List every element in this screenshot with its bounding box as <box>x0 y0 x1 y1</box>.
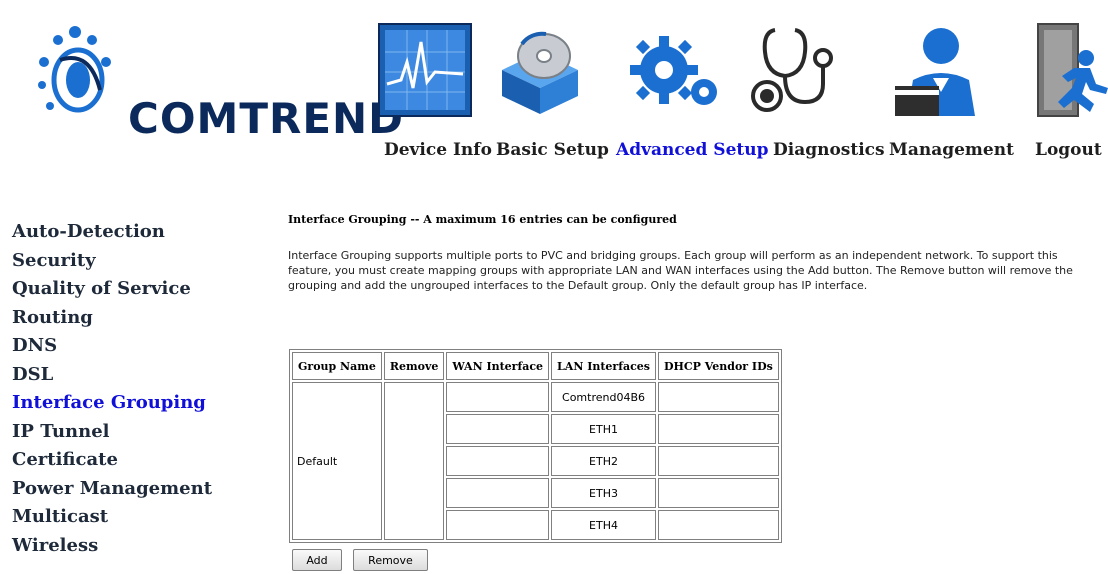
remove-cell <box>383 382 445 540</box>
sidebar-item-dsl[interactable]: DSL <box>0 361 230 390</box>
sidebar-item-wireless[interactable]: Wireless <box>0 532 230 561</box>
nav-device-info[interactable]: Device Info <box>384 140 492 160</box>
sidebar-item-multicast[interactable]: Multicast <box>0 503 230 532</box>
dhcp-vendor-id-cell <box>657 414 779 444</box>
sidebar-item-power-management[interactable]: Power Management <box>0 475 230 504</box>
lan-interface-cell: ETH4 <box>551 510 656 540</box>
sidebar-item-auto-detection[interactable]: Auto-Detection <box>0 218 230 247</box>
nav-logout[interactable]: Logout <box>1035 140 1102 160</box>
wan-interface-cell <box>446 414 550 444</box>
sidebar-item-routing[interactable]: Routing <box>0 304 230 333</box>
dhcp-vendor-id-cell <box>657 510 779 540</box>
logout-icon[interactable] <box>1024 22 1108 118</box>
table-row: Default Comtrend04B6 <box>292 382 779 540</box>
header-wan-interface: WAN Interface <box>446 352 550 380</box>
sidebar-item-security[interactable]: Security <box>0 247 230 276</box>
lan-interface-cell: ETH2 <box>551 446 656 476</box>
sidebar-item-certificate[interactable]: Certificate <box>0 446 230 475</box>
dhcp-vendor-id-cell <box>657 478 779 508</box>
header-remove: Remove <box>383 352 445 380</box>
sidebar-item-dns[interactable]: DNS <box>0 332 230 361</box>
header-group-name: Group Name <box>292 352 382 380</box>
device-info-icon[interactable] <box>377 22 473 118</box>
management-icon[interactable] <box>883 22 979 118</box>
comtrend-logo: COMTREND <box>20 10 403 160</box>
page-title: Interface Grouping -- A maximum 16 entri… <box>288 213 677 226</box>
nav-advanced-setup[interactable]: Advanced Setup <box>616 140 769 160</box>
lan-interface-cell: ETH1 <box>551 414 656 444</box>
sidebar-item-quality-of-service[interactable]: Quality of Service <box>0 275 230 304</box>
basic-setup-icon[interactable] <box>492 22 588 118</box>
header: COMTREND Device Info Basic Setup Advance… <box>0 0 1108 180</box>
wan-interface-cell <box>446 446 550 476</box>
page-description: Interface Grouping supports multiple por… <box>288 249 1073 292</box>
nav-basic-setup[interactable]: Basic Setup <box>496 140 609 160</box>
nav-management[interactable]: Management <box>889 140 1014 160</box>
lan-interface-cell: Comtrend04B6 <box>551 382 656 412</box>
add-button[interactable]: Add <box>292 549 342 571</box>
lan-interface-cell: ETH3 <box>551 478 656 508</box>
logo-swirl-icon <box>38 26 111 113</box>
sidebar-item-interface-grouping[interactable]: Interface Grouping <box>0 389 230 418</box>
dhcp-vendor-id-cell <box>657 382 779 412</box>
interface-grouping-table: Group Name Remove WAN Interface LAN Inte… <box>289 349 782 543</box>
content-panel: Interface Grouping -- A maximum 16 entri… <box>230 207 1108 574</box>
wan-interface-cell <box>446 478 550 508</box>
wan-interface-cell <box>446 510 550 540</box>
brand-wordmark: COMTREND <box>128 94 405 143</box>
wan-interface-cell <box>446 382 550 412</box>
table-header-row: Group Name Remove WAN Interface LAN Inte… <box>292 352 779 380</box>
diagnostics-icon[interactable] <box>745 22 841 118</box>
group-name-cell: Default <box>292 382 382 540</box>
header-dhcp-vendor-ids: DHCP Vendor IDs <box>657 352 779 380</box>
dhcp-vendor-id-cell <box>657 446 779 476</box>
sidebar-item-ip-tunnel[interactable]: IP Tunnel <box>0 418 230 447</box>
sidebar: Auto-Detection Security Quality of Servi… <box>0 218 230 560</box>
remove-button[interactable]: Remove <box>353 549 428 571</box>
nav-diagnostics[interactable]: Diagnostics <box>773 140 885 160</box>
header-lan-interfaces: LAN Interfaces <box>551 352 656 380</box>
advanced-setup-icon[interactable] <box>628 22 724 118</box>
